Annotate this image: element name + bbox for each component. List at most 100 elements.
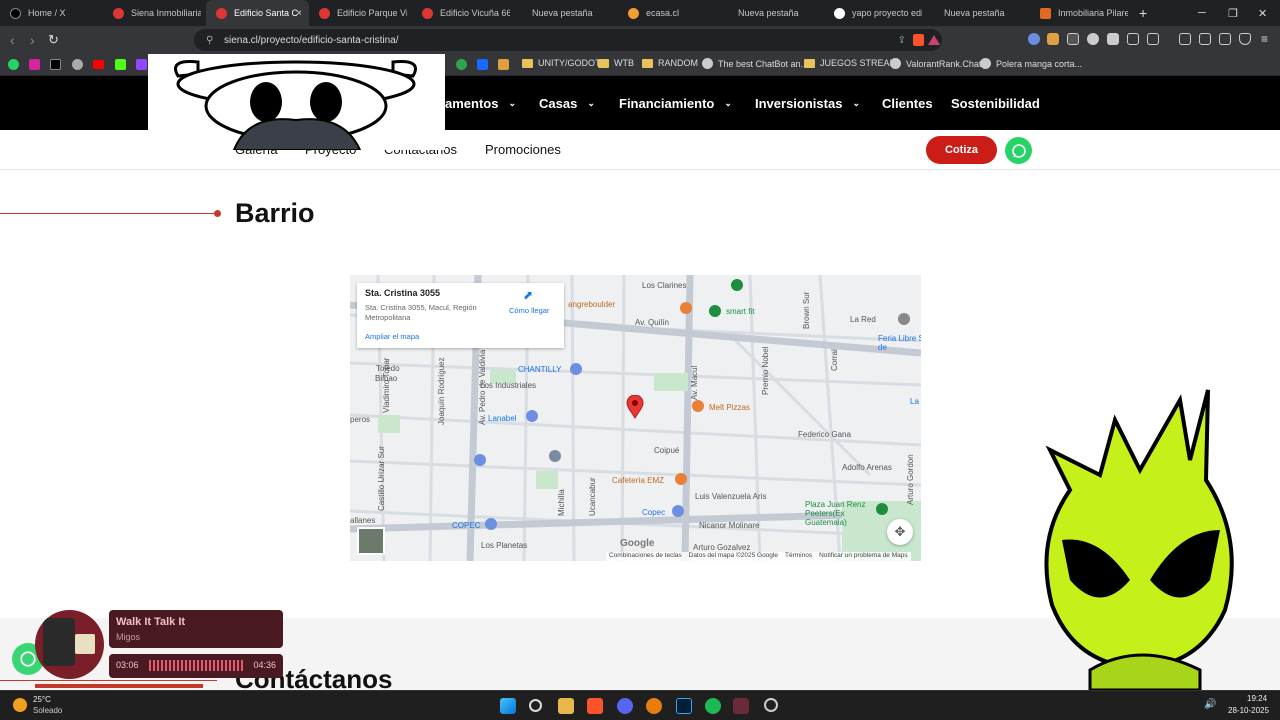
wallet-icon[interactable] bbox=[1199, 33, 1211, 45]
new-tab-button[interactable]: + bbox=[1139, 5, 1147, 21]
cotiza-button[interactable]: Cotiza bbox=[926, 136, 997, 164]
nav-item-4[interactable]: Clientes bbox=[882, 96, 933, 111]
extension-icon[interactable] bbox=[1067, 33, 1079, 45]
extension-icon[interactable] bbox=[1107, 33, 1119, 45]
nav-item-0[interactable]: amentos ⌄ bbox=[445, 96, 516, 111]
nav-item-3[interactable]: Inversionistas ⌄ bbox=[755, 96, 860, 111]
vpn-icon[interactable] bbox=[1239, 33, 1251, 45]
share-icon[interactable]: ⇪ bbox=[898, 35, 906, 46]
map-poi-marker-icon[interactable] bbox=[731, 279, 743, 291]
youtube-icon[interactable] bbox=[93, 60, 104, 69]
bookmark-item[interactable]: The best ChatBot an... bbox=[702, 58, 808, 69]
map-poi-marker-icon[interactable] bbox=[680, 302, 692, 314]
location-pin-icon[interactable] bbox=[626, 395, 644, 419]
tab-10[interactable]: Inmobiliaria Pilares bbox=[1030, 0, 1133, 26]
nav-item-1[interactable]: Casas ⌄ bbox=[539, 96, 595, 111]
tab-6[interactable]: ecasa.cl bbox=[618, 0, 721, 26]
map-place-label: Av. Pedro de Valdivia bbox=[478, 349, 487, 425]
close-tab-icon[interactable]: × bbox=[296, 8, 302, 19]
bookmark-item[interactable]: WTB bbox=[598, 58, 634, 68]
tab-7[interactable]: Nueva pestaña bbox=[721, 0, 824, 26]
behance-icon[interactable] bbox=[477, 59, 488, 70]
bookmark-item[interactable]: JUEGOS STREAM bbox=[804, 58, 897, 68]
twitch-icon[interactable] bbox=[136, 59, 147, 70]
subnav-item-3[interactable]: Promociones bbox=[485, 142, 561, 157]
url-field[interactable]: ⚲ siena.cl/proyecto/edificio-santa-crist… bbox=[194, 29, 942, 51]
forward-icon[interactable]: › bbox=[30, 32, 35, 48]
spotify-icon[interactable] bbox=[705, 698, 721, 714]
extension-icon[interactable] bbox=[1147, 33, 1159, 45]
photoshop-icon[interactable] bbox=[676, 698, 692, 714]
map-recenter-icon[interactable]: ✥ bbox=[887, 519, 913, 545]
map-footer-link[interactable]: Notificar un problema de Maps bbox=[819, 552, 908, 561]
tab-strip: Home / X Siena Inmobiliaria - Edificio San… bbox=[0, 0, 1133, 26]
tab-8[interactable]: yapo proyecto edifi bbox=[824, 0, 927, 26]
directions-link[interactable]: Cómo llegar bbox=[509, 306, 549, 315]
enlarge-map-link[interactable]: Ampliar el mapa bbox=[365, 332, 419, 341]
kick-icon[interactable] bbox=[115, 59, 126, 70]
extension-icon[interactable] bbox=[1087, 33, 1099, 45]
map-poi-marker-icon[interactable] bbox=[549, 450, 561, 462]
map-footer-link[interactable]: Datos del mapa ©2025 Google bbox=[689, 552, 778, 561]
map-poi-marker-icon[interactable] bbox=[692, 400, 704, 412]
map-footer-link[interactable]: Términos bbox=[785, 552, 812, 561]
map-poi-marker-icon[interactable] bbox=[474, 454, 486, 466]
tab-4[interactable]: Edificio Vicuña 6632 bbox=[412, 0, 515, 26]
map-poi-marker-icon[interactable] bbox=[675, 473, 687, 485]
tab-9[interactable]: Nueva pestaña bbox=[927, 0, 1030, 26]
file-explorer-icon[interactable] bbox=[558, 698, 574, 714]
x-icon[interactable] bbox=[50, 59, 61, 70]
reload-icon[interactable]: ↻ bbox=[48, 32, 59, 48]
extension-icon[interactable] bbox=[1028, 33, 1040, 45]
blender-icon[interactable] bbox=[646, 698, 662, 714]
map-satellite-toggle[interactable] bbox=[357, 527, 385, 555]
start-icon[interactable] bbox=[500, 698, 516, 714]
map-footer-link[interactable]: Combinaciones de teclas bbox=[609, 552, 682, 561]
menu-icon[interactable]: ≡ bbox=[1261, 32, 1268, 46]
back-icon[interactable]: ‹ bbox=[10, 32, 15, 48]
directions-icon[interactable]: ⬈ bbox=[523, 288, 533, 302]
extension-icon[interactable] bbox=[1047, 33, 1059, 45]
sidebar-icon[interactable] bbox=[1179, 33, 1191, 45]
site-info-icon[interactable]: ⚲ bbox=[206, 35, 213, 46]
whatsapp-icon[interactable] bbox=[8, 59, 19, 70]
nav-item-2[interactable]: Financiamiento ⌄ bbox=[619, 96, 732, 111]
bookmark-favicon[interactable] bbox=[498, 59, 509, 70]
bookmark-favicon[interactable] bbox=[456, 59, 467, 70]
bookmark-item[interactable]: UNITY/GODOT bbox=[522, 58, 601, 68]
instagram-icon[interactable] bbox=[29, 59, 40, 70]
search-icon[interactable] bbox=[529, 699, 542, 712]
close-window-icon[interactable]: ✕ bbox=[1258, 0, 1267, 26]
nav-item-5[interactable]: Sostenibilidad bbox=[951, 96, 1040, 111]
map-poi-marker-icon[interactable] bbox=[709, 305, 721, 317]
bookmark-item[interactable]: ValorantRank.Chat bbox=[890, 58, 981, 69]
tab-0[interactable]: Home / X bbox=[0, 0, 103, 26]
map-poi-marker-icon[interactable] bbox=[485, 518, 497, 530]
apple-icon[interactable] bbox=[72, 59, 83, 70]
volume-icon[interactable]: 🔊 bbox=[1204, 699, 1216, 710]
brave-icon[interactable] bbox=[587, 698, 603, 714]
minimize-icon[interactable]: ─ bbox=[1198, 0, 1206, 26]
map-poi-marker-icon[interactable] bbox=[672, 505, 684, 517]
map-poi-marker-icon[interactable] bbox=[876, 503, 888, 515]
whatsapp-button[interactable] bbox=[1005, 137, 1032, 164]
app-icon[interactable] bbox=[733, 698, 749, 714]
tab-1[interactable]: Siena Inmobiliaria - bbox=[103, 0, 206, 26]
tab-2[interactable]: Edificio Santa C × bbox=[206, 0, 309, 26]
waveform-progress[interactable] bbox=[149, 660, 244, 671]
brave-shield-icon[interactable] bbox=[913, 34, 924, 46]
map-poi-marker-icon[interactable] bbox=[570, 363, 582, 375]
brave-rewards-icon[interactable] bbox=[928, 35, 940, 45]
sun-icon[interactable] bbox=[13, 698, 27, 712]
discord-icon[interactable] bbox=[617, 698, 633, 714]
bookmark-item[interactable]: Polera manga corta... bbox=[980, 58, 1082, 69]
tab-3[interactable]: Edificio Parque Vicu bbox=[309, 0, 412, 26]
app-icon[interactable] bbox=[764, 698, 778, 712]
maximize-icon[interactable]: ❐ bbox=[1228, 0, 1238, 26]
puzzle-icon[interactable] bbox=[1127, 33, 1139, 45]
leo-icon[interactable] bbox=[1219, 33, 1231, 45]
map-poi-marker-icon[interactable] bbox=[526, 410, 538, 422]
tab-5[interactable]: Nueva pestaña bbox=[515, 0, 618, 26]
map-poi-marker-icon[interactable] bbox=[898, 313, 910, 325]
bookmark-item[interactable]: RANDOM bbox=[642, 58, 698, 68]
